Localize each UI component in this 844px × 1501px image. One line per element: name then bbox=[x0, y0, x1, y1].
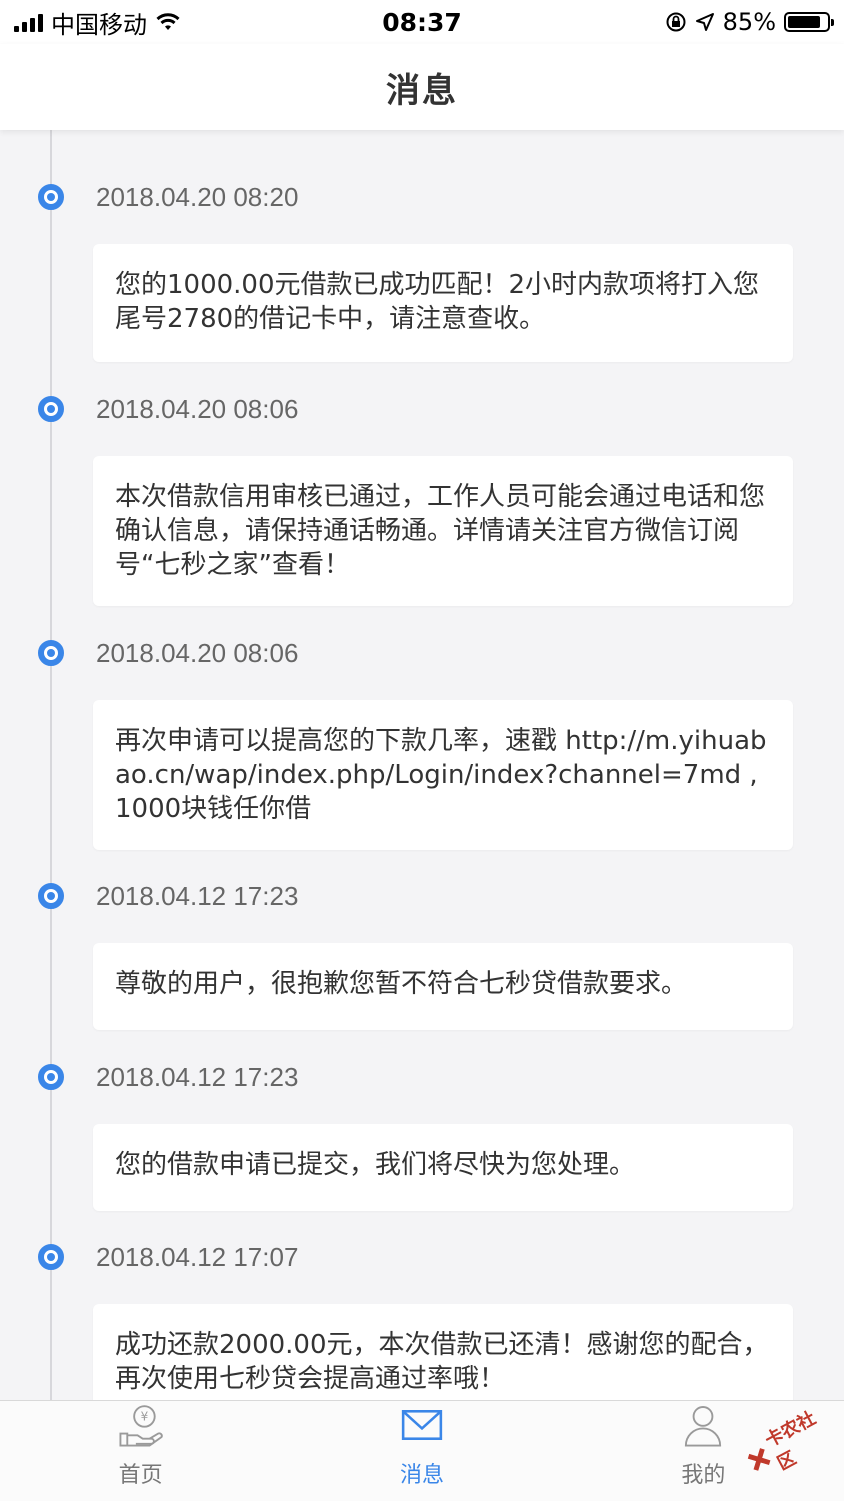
timeline-dot-icon bbox=[38, 883, 64, 909]
svg-text:¥: ¥ bbox=[140, 1410, 148, 1424]
timeline-dot-icon bbox=[38, 1244, 64, 1270]
message-card[interactable]: 再次申请可以提高您的下款几率，速戳 http://m.yihuabao.cn/w… bbox=[93, 700, 793, 850]
page-title: 消息 bbox=[386, 70, 458, 111]
battery-percent: 85% bbox=[722, 8, 776, 36]
status-time: 08:37 bbox=[382, 7, 462, 37]
yen-hand-icon: ¥ bbox=[119, 1405, 163, 1447]
message-timestamp: 2018.04.12 17:23 bbox=[96, 881, 299, 911]
timeline-dot-icon bbox=[38, 184, 64, 210]
status-bar: 中国移动 08:37 85% bbox=[0, 0, 844, 44]
message-card[interactable]: 您的1000.00元借款已成功匹配！2小时内款项将打入您尾号2780的借记卡中，… bbox=[93, 244, 793, 362]
timeline-dot-icon bbox=[38, 640, 64, 666]
signal-icon bbox=[14, 12, 43, 32]
message-timestamp: 2018.04.12 17:07 bbox=[96, 1242, 299, 1272]
tab-label: 消息 bbox=[399, 1463, 444, 1488]
orientation-lock-icon bbox=[666, 12, 686, 32]
message-card[interactable]: 成功还款2000.00元，本次借款已还清！感谢您的配合，再次使用七秒贷会提高通过… bbox=[93, 1304, 793, 1400]
mail-icon bbox=[401, 1410, 443, 1440]
tab-bar: ¥ 首页 消息 我的 bbox=[0, 1400, 844, 1501]
message-card[interactable]: 您的借款申请已提交，我们将尽快为您处理。 bbox=[93, 1124, 793, 1211]
nav-bar: 消息 bbox=[0, 44, 844, 130]
wifi-icon bbox=[156, 13, 180, 30]
tab-messages[interactable]: 消息 bbox=[281, 1401, 562, 1501]
timeline-dot-icon bbox=[38, 1064, 64, 1090]
tab-home[interactable]: ¥ 首页 bbox=[0, 1401, 281, 1501]
message-card[interactable]: 本次借款信用审核已通过，工作人员可能会通过电话和您确认信息，请保持通话畅通。详情… bbox=[93, 456, 793, 606]
timeline-dot-icon bbox=[38, 396, 64, 422]
message-timestamp: 2018.04.20 08:06 bbox=[96, 638, 299, 668]
battery-icon bbox=[784, 12, 834, 32]
status-left: 中国移动 bbox=[14, 5, 181, 40]
carrier-name: 中国移动 bbox=[51, 10, 147, 39]
message-timestamp: 2018.04.12 17:23 bbox=[96, 1062, 299, 1092]
message-timeline[interactable]: 2018.04.20 08:20 您的1000.00元借款已成功匹配！2小时内款… bbox=[0, 130, 844, 1400]
tab-label: 我的 bbox=[681, 1463, 726, 1488]
message-timestamp: 2018.04.20 08:20 bbox=[96, 182, 299, 212]
status-right: 85% bbox=[665, 8, 834, 36]
message-timestamp: 2018.04.20 08:06 bbox=[96, 394, 299, 424]
tab-label: 首页 bbox=[118, 1463, 163, 1488]
timeline-line bbox=[50, 130, 52, 1400]
message-card[interactable]: 尊敬的用户，很抱歉您暂不符合七秒贷借款要求。 bbox=[93, 943, 793, 1030]
user-icon bbox=[685, 1406, 722, 1447]
location-arrow-icon bbox=[695, 13, 714, 31]
